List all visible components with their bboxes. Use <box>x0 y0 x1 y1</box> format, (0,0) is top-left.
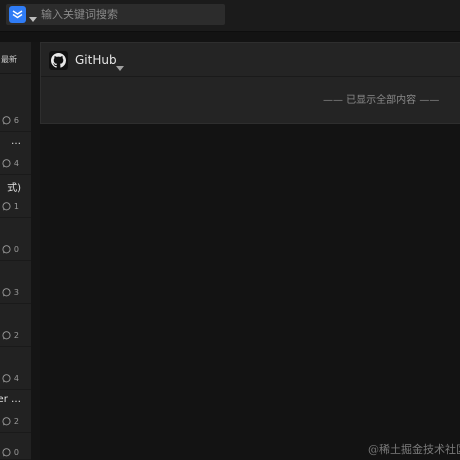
watermark: @稀土掘金技术社区 <box>368 443 460 456</box>
layers-down-icon[interactable] <box>9 6 26 23</box>
list-item[interactable]: 2 <box>0 304 31 347</box>
comment-stat: 4 <box>2 158 19 168</box>
comment-count: 4 <box>13 373 19 383</box>
comment-stat: 2 <box>2 330 19 340</box>
item-title: er … <box>0 394 21 405</box>
comment-count: 1 <box>13 201 19 211</box>
list-header: 最新 <box>0 42 31 74</box>
item-title: … <box>11 136 21 147</box>
comment-icon <box>2 330 11 339</box>
sort-latest-tab[interactable]: 最新 <box>1 54 17 65</box>
article-list: 最新 6 … 4 式) 1 0 3 2 4 er … 2 0 <box>0 42 31 460</box>
comment-stat: 2 <box>2 416 19 426</box>
github-icon[interactable] <box>49 51 68 70</box>
search-box[interactable] <box>6 4 225 25</box>
search-input[interactable] <box>41 5 221 24</box>
list-item[interactable]: 0 <box>0 433 31 460</box>
item-title: 式) <box>7 183 21 194</box>
end-of-list-note: —— 已显示全部内容 —— <box>323 95 440 106</box>
panel-header: GitHub <box>41 43 460 77</box>
comment-stat: 0 <box>2 447 19 457</box>
comment-stat: 4 <box>2 373 19 383</box>
comment-stat: 3 <box>2 287 19 297</box>
comment-icon <box>2 447 11 456</box>
comment-count: 4 <box>13 158 19 168</box>
top-bar <box>0 0 460 32</box>
source-name[interactable]: GitHub <box>75 53 117 67</box>
comment-icon <box>2 158 11 167</box>
list-item[interactable]: 6 <box>0 89 31 132</box>
comment-count: 2 <box>13 330 19 340</box>
comment-icon <box>2 416 11 425</box>
list-item[interactable]: 4 <box>0 347 31 390</box>
comment-count: 3 <box>13 287 19 297</box>
list-item[interactable]: er … 2 <box>0 390 31 433</box>
comment-stat: 1 <box>2 201 19 211</box>
comment-icon <box>2 115 11 124</box>
comment-icon <box>2 201 11 210</box>
list-item[interactable]: … 4 <box>0 132 31 175</box>
comment-icon <box>2 287 11 296</box>
list-item[interactable]: 式) 1 <box>0 175 31 218</box>
comment-stat: 6 <box>2 115 19 125</box>
comment-count: 2 <box>13 416 19 426</box>
list-item[interactable]: 3 <box>0 261 31 304</box>
caret-down-icon[interactable] <box>116 57 124 71</box>
comment-stat: 0 <box>2 244 19 254</box>
comment-icon <box>2 373 11 382</box>
source-panel: GitHub —— 已显示全部内容 —— <box>40 42 460 124</box>
comment-count: 6 <box>13 115 19 125</box>
list-item[interactable]: 0 <box>0 218 31 261</box>
comment-count: 0 <box>13 447 19 457</box>
caret-down-icon[interactable] <box>28 9 38 22</box>
comment-count: 0 <box>13 244 19 254</box>
comment-icon <box>2 244 11 253</box>
column-gap <box>31 42 40 460</box>
